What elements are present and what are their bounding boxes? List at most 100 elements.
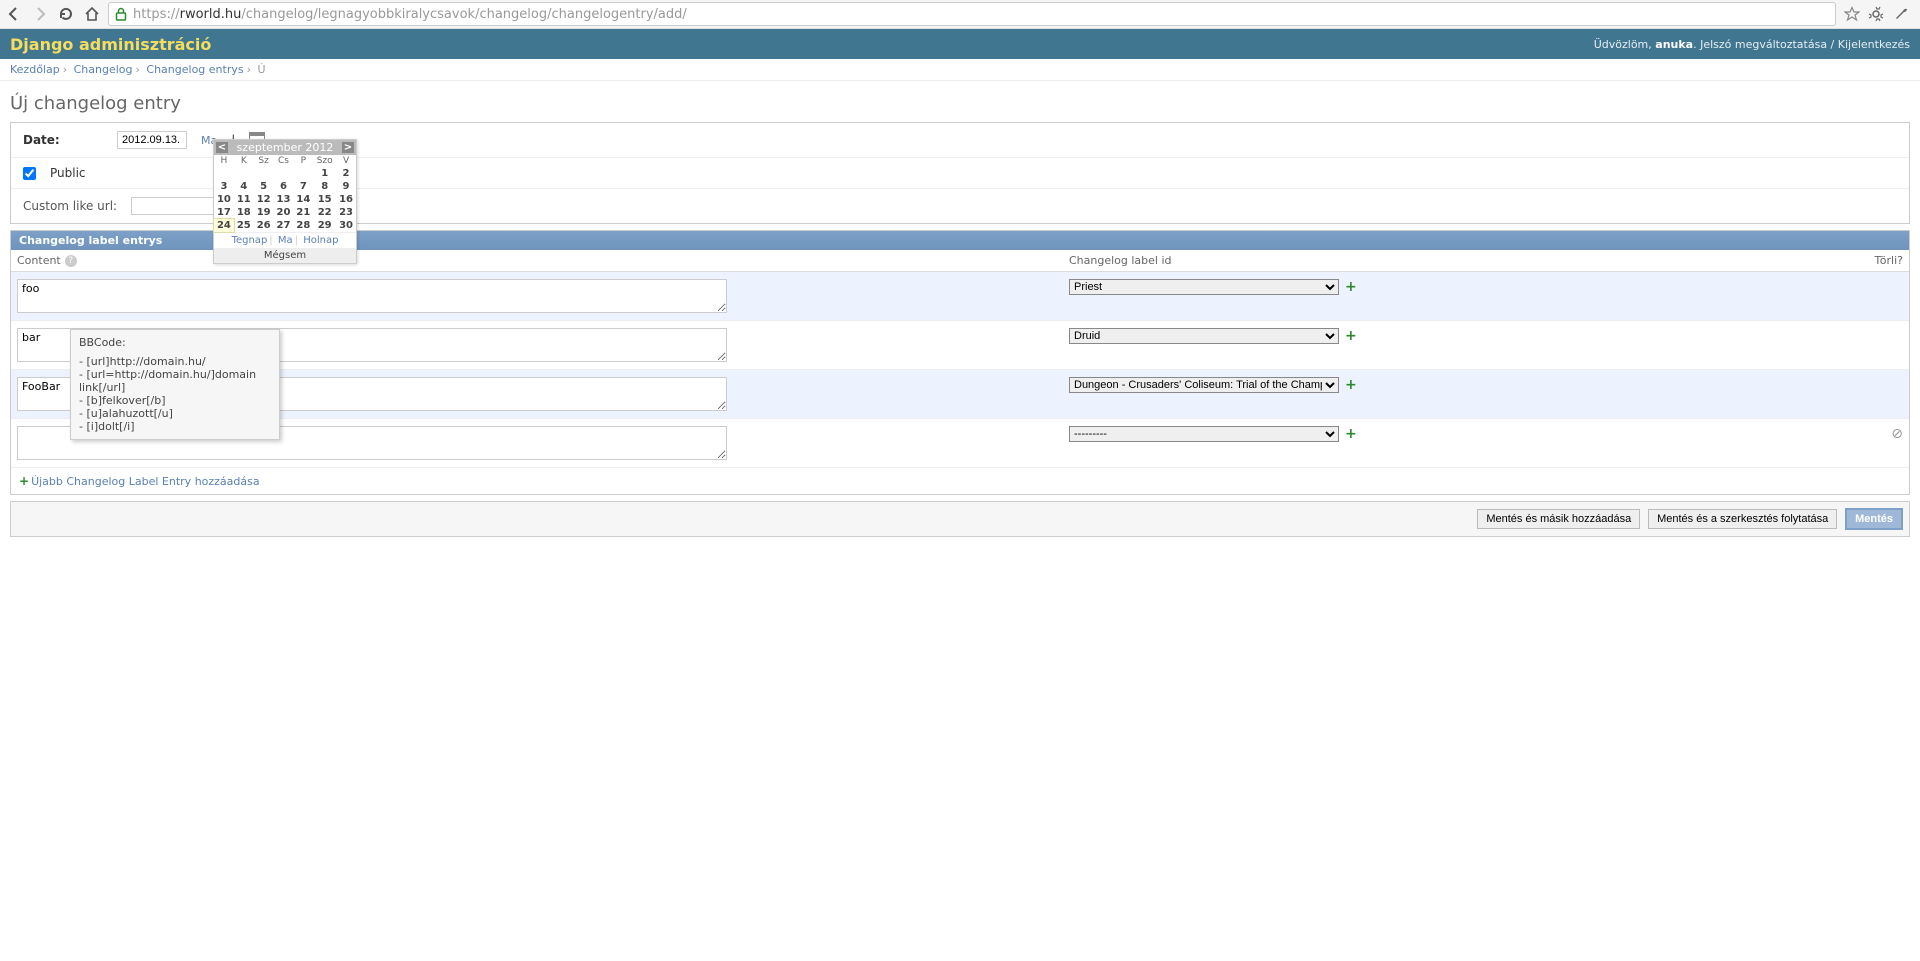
cal-day[interactable]: 17 [214,206,234,219]
cal-day[interactable]: 12 [254,193,274,206]
tooltip-title: BBCode: [79,336,271,349]
cal-day[interactable]: 21 [293,206,313,219]
tooltip-line: - [url]http://domain.hu/ [79,355,271,368]
cal-cancel-button[interactable]: Mégsem [214,248,356,263]
inline-row: foo Priest+ [11,272,1909,321]
address-bar[interactable]: https://rworld.hu/changelog/legnagyobbki… [108,2,1836,26]
breadcrumb-home[interactable]: Kezdőlap [10,63,60,76]
save-continue-button[interactable] [1648,509,1837,529]
browser-toolbar: https://rworld.hu/changelog/legnagyobbki… [0,0,1920,29]
page-title: Új changelog entry [10,93,1910,114]
cal-dow: H [214,155,234,167]
cal-dow: Cs [274,155,294,167]
inline-row: barDruid+ [11,321,1909,370]
cal-dow: Szo [313,155,336,167]
cal-day[interactable]: 30 [336,219,356,232]
cal-day[interactable]: 3 [214,180,234,193]
label-select[interactable]: Dungeon - Crusaders' Coliseum: Trial of … [1069,377,1339,393]
tooltip-line: - [u]alahuzott[/u] [79,407,271,420]
reload-icon[interactable] [58,6,74,22]
cal-day[interactable]: 10 [214,193,234,206]
cal-day[interactable]: 19 [254,206,274,219]
breadcrumb-model[interactable]: Changelog entrys [146,63,243,76]
col-delete-label: Törli? [1837,250,1909,271]
cal-day[interactable]: 14 [293,193,313,206]
submit-row [10,501,1910,537]
cal-day[interactable]: 7 [293,180,313,193]
cal-prev-button[interactable]: < [216,142,228,153]
inline-row: ---------+ ⊘ [11,419,1909,468]
add-another-row: +Újabb Changelog Label Entry hozzáadása [11,468,1909,494]
cal-dow: P [293,155,313,167]
cal-day[interactable]: 29 [313,219,336,232]
tooltip-line: - [i]dolt[/i] [79,420,271,433]
bbcode-tooltip: BBCode: - [url]http://domain.hu/- [url=h… [70,329,280,440]
forward-icon [32,6,48,22]
cal-day[interactable]: 6 [274,180,294,193]
public-checkbox[interactable] [23,167,36,180]
cal-month-label: szeptember 2012 [237,141,334,154]
cal-day[interactable]: 15 [313,193,336,206]
date-input[interactable] [117,131,187,149]
label-select[interactable]: Priest [1069,279,1339,295]
add-related-icon[interactable]: + [1341,377,1361,393]
cal-today-link[interactable]: Ma [278,235,293,246]
cal-day[interactable]: 27 [274,219,294,232]
cal-day[interactable]: 16 [336,193,356,206]
cal-day[interactable]: 18 [234,206,254,219]
star-icon[interactable] [1844,6,1860,22]
label-select[interactable]: Druid [1069,328,1339,344]
home-icon[interactable] [84,6,100,22]
calendar-popup: < szeptember 2012 > HKSzCsPSzoV 12345678… [213,139,357,264]
add-related-icon[interactable]: + [1341,279,1361,295]
breadcrumb-current: Ú [258,63,266,76]
cal-day[interactable]: 23 [336,206,356,219]
help-icon[interactable]: ? [65,255,77,267]
add-another-link[interactable]: Újabb Changelog Label Entry hozzáadása [31,475,260,488]
cal-day[interactable]: 8 [313,180,336,193]
cal-dow: V [336,155,356,167]
cal-day[interactable]: 4 [234,180,254,193]
brand: Django adminisztráció [10,35,211,54]
add-related-icon[interactable]: + [1341,328,1361,344]
cal-yesterday-link[interactable]: Tegnap [232,235,268,246]
tools-icon[interactable] [1894,6,1910,22]
cal-day[interactable]: 20 [274,206,294,219]
delete-icon[interactable]: ⊘ [1891,426,1903,442]
cal-day[interactable]: 25 [234,219,254,232]
wrench-icon[interactable] [1868,6,1884,22]
logout-link[interactable]: Kijelentkezés [1838,38,1910,51]
cal-day[interactable]: 26 [254,219,274,232]
cal-day[interactable]: 9 [336,180,356,193]
cal-day[interactable]: 2 [336,167,356,180]
cal-day[interactable]: 28 [293,219,313,232]
save-button[interactable] [1845,508,1903,530]
cal-day[interactable]: 24 [214,219,234,232]
change-password-link[interactable]: Jelszó megváltoztatása [1700,38,1827,51]
date-label: Date: [23,133,103,147]
content-textarea[interactable]: foo [17,279,727,313]
label-select[interactable]: --------- [1069,426,1339,442]
breadcrumb-app[interactable]: Changelog [74,63,133,76]
cal-next-button[interactable]: > [342,142,354,153]
public-label: Public [50,166,86,180]
cal-dow: K [234,155,254,167]
cal-day[interactable]: 5 [254,180,274,193]
col-content-label: Content [17,254,61,267]
cal-tomorrow-link[interactable]: Holnap [303,235,338,246]
col-label-label: Changelog label id [1063,250,1837,271]
save-add-another-button[interactable] [1477,509,1640,529]
cal-dow: Sz [254,155,274,167]
cal-day[interactable]: 13 [274,193,294,206]
back-icon[interactable] [6,6,22,22]
tooltip-line: - [url=http://domain.hu/]domain link[/ur… [79,368,271,394]
plus-icon: + [19,474,31,488]
cal-day[interactable]: 1 [313,167,336,180]
cal-day[interactable]: 11 [234,193,254,206]
add-related-icon[interactable]: + [1341,426,1361,442]
tooltip-line: - [b]felkover[/b] [79,394,271,407]
inline-row: FooBarDungeon - Crusaders' Coliseum: Tri… [11,370,1909,419]
cal-day[interactable]: 22 [313,206,336,219]
lock-icon [115,7,127,21]
custom-url-label: Custom like url: [23,199,117,213]
